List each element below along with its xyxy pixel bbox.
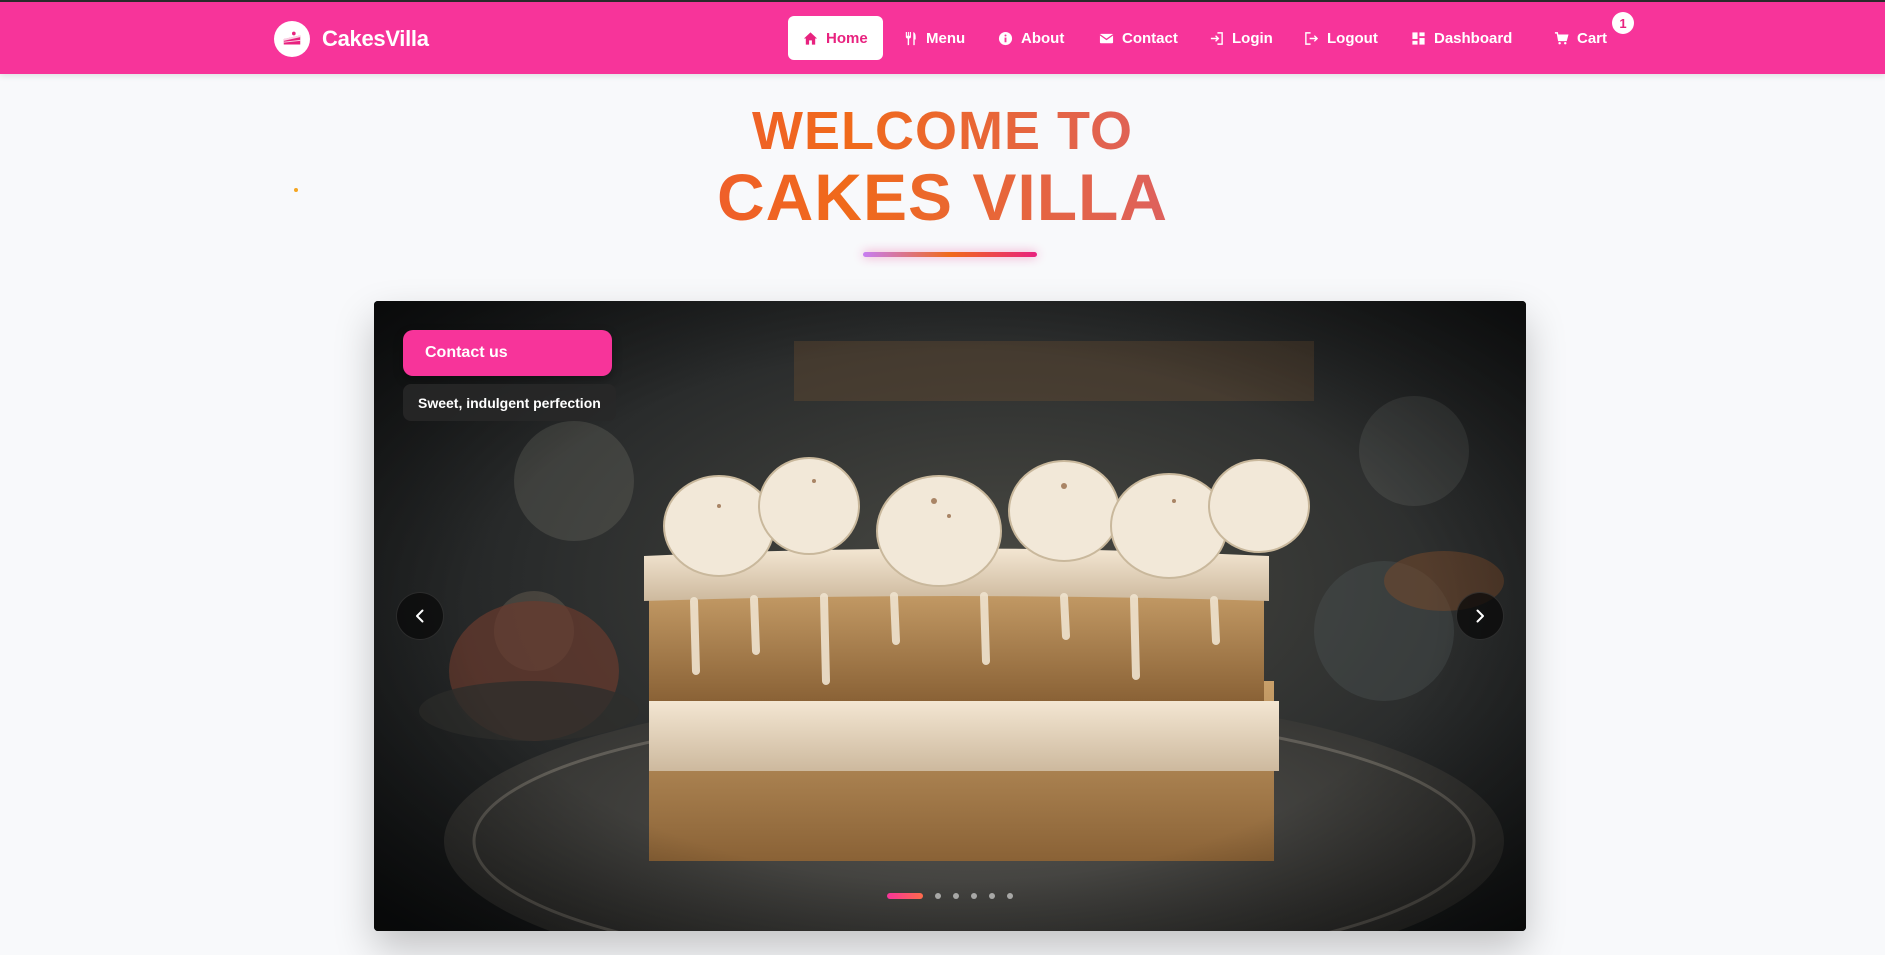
carousel-prev-button[interactable] (396, 592, 444, 640)
carousel-indicator-5[interactable] (989, 893, 995, 899)
utensils-icon (905, 31, 916, 45)
nav-dashboard[interactable]: Dashboard (1396, 16, 1527, 60)
envelope-icon (1099, 33, 1114, 43)
carousel-indicators (887, 893, 1013, 899)
brand[interactable]: CakesVilla (274, 21, 429, 57)
nav-about[interactable]: About (983, 16, 1079, 60)
cake-icon (274, 21, 310, 57)
carousel-indicator-2[interactable] (935, 893, 941, 899)
cart-count-badge: 1 (1612, 12, 1634, 34)
nav-home[interactable]: Home (788, 16, 883, 60)
sign-out-icon (1305, 31, 1319, 45)
hero-title-line1: WELCOME TO (0, 98, 1885, 164)
nav-logout-label: Logout (1327, 29, 1378, 47)
brand-name: CakesVilla (322, 26, 429, 51)
nav-dashboard-label: Dashboard (1434, 29, 1513, 47)
navbar: CakesVilla Home Menu About Contact Login… (0, 0, 1885, 74)
nav-menu-label: Menu (926, 29, 966, 47)
carousel-next-button[interactable] (1456, 592, 1504, 640)
carousel-indicator-3[interactable] (953, 893, 959, 899)
nav-contact-label: Contact (1122, 29, 1178, 47)
nav-login-label: Login (1232, 29, 1273, 47)
home-icon (803, 31, 818, 45)
chevron-left-icon (416, 609, 424, 623)
chevron-right-icon (1476, 609, 1484, 623)
contact-us-button[interactable]: Contact us (403, 330, 612, 376)
info-icon (998, 31, 1013, 45)
carousel-indicator-1[interactable] (887, 893, 923, 899)
carousel-indicator-6[interactable] (1007, 893, 1013, 899)
hero-underline (863, 252, 1037, 257)
hero-title-line2: CAKES VILLA (0, 164, 1885, 230)
nav-login[interactable]: Login (1194, 16, 1288, 60)
cart-icon (1554, 31, 1569, 44)
hero-carousel: Contact us Sweet, indulgent perfection (374, 301, 1526, 931)
nav-about-label: About (1021, 29, 1065, 47)
nav-menu[interactable]: Menu (888, 16, 980, 60)
nav-logout[interactable]: Logout (1289, 16, 1393, 60)
nav-contact[interactable]: Contact (1084, 16, 1193, 60)
nav-cart[interactable]: Cart (1539, 16, 1622, 60)
sign-in-icon (1210, 31, 1223, 45)
carousel-indicator-4[interactable] (971, 893, 977, 899)
hero-title: WELCOME TO CAKES VILLA (0, 98, 1885, 230)
dashboard-icon (1412, 31, 1425, 45)
nav-cart-label: Cart (1577, 29, 1608, 47)
nav-home-label: Home (826, 29, 868, 47)
slide-tagline: Sweet, indulgent perfection (403, 384, 616, 421)
